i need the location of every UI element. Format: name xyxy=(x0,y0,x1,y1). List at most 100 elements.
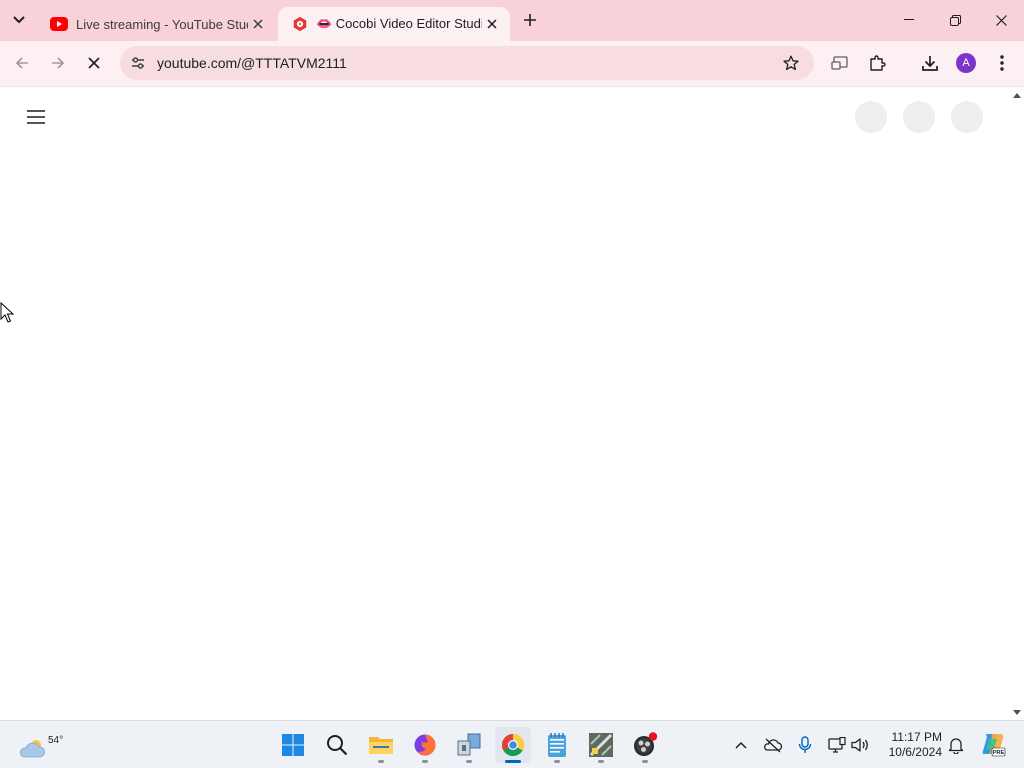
url-text[interactable]: youtube.com/@TTTATVM2111 xyxy=(157,55,347,71)
weather-widget[interactable]: 54° xyxy=(16,727,63,763)
profile-avatar[interactable]: A xyxy=(956,53,976,73)
back-button[interactable] xyxy=(8,49,36,77)
downloads-button[interactable] xyxy=(917,50,943,76)
browser-menu-button[interactable] xyxy=(989,50,1015,76)
loading-placeholder xyxy=(951,101,983,133)
cloud-icon xyxy=(19,740,45,758)
restore-button[interactable] xyxy=(932,4,978,36)
network-icon xyxy=(828,737,846,753)
svg-text:PRE: PRE xyxy=(993,750,1005,756)
arrow-right-icon xyxy=(52,57,65,69)
extensions-button[interactable] xyxy=(864,50,890,76)
running-indicator xyxy=(554,760,560,763)
running-indicator xyxy=(642,760,648,763)
cloud-off-icon xyxy=(764,738,783,753)
close-window-button[interactable] xyxy=(978,4,1024,36)
close-tab-button[interactable] xyxy=(482,14,502,34)
bell-icon xyxy=(948,738,964,754)
guide-menu-button[interactable] xyxy=(24,105,48,129)
notepad-icon xyxy=(548,733,566,757)
file-explorer-icon xyxy=(369,737,393,754)
plus-icon xyxy=(524,14,536,26)
forward-button[interactable] xyxy=(44,49,72,77)
running-indicator xyxy=(378,760,384,763)
chevron-down-icon xyxy=(13,16,25,24)
file-explorer-button[interactable] xyxy=(363,727,399,763)
app-icon xyxy=(457,733,481,756)
menu-icon xyxy=(27,110,45,124)
profile-initial: A xyxy=(962,57,970,69)
tune-icon xyxy=(132,57,144,69)
new-tab-button[interactable] xyxy=(518,8,542,32)
loading-placeholder xyxy=(855,101,887,133)
network-button[interactable] xyxy=(825,733,849,757)
search-icon xyxy=(327,735,348,756)
download-icon xyxy=(922,56,938,71)
cast-icon xyxy=(831,56,848,70)
app-icon xyxy=(589,733,613,757)
scroll-up-arrow[interactable] xyxy=(1013,93,1021,98)
taskbar-app-button[interactable] xyxy=(583,727,619,763)
taskbar-clock[interactable]: 11:17 PM 10/6/2024 xyxy=(880,730,942,760)
star-icon xyxy=(783,55,799,71)
tab-cocobi-video-editor[interactable]: 👄 Cocobi Video Editor Studio 🎬 xyxy=(278,7,510,41)
page-content xyxy=(0,86,1024,721)
minimize-button[interactable] xyxy=(886,4,932,36)
running-indicator xyxy=(422,760,428,763)
arrow-left-icon xyxy=(15,57,28,69)
weather-temperature: 54° xyxy=(48,735,64,746)
microphone-icon xyxy=(798,736,812,753)
copilot-button[interactable]: PRE xyxy=(979,730,1007,758)
chrome-button[interactable] xyxy=(495,727,531,763)
tab-live-streaming[interactable]: Live streaming - YouTube Studio xyxy=(36,7,276,41)
site-info-button[interactable] xyxy=(126,51,150,75)
bookmark-button[interactable] xyxy=(780,52,802,74)
running-indicator xyxy=(505,760,521,763)
puzzle-icon xyxy=(870,55,886,71)
taskbar-search-button[interactable] xyxy=(319,727,355,763)
mouse-cursor-icon xyxy=(0,302,14,323)
tab-title: 👄 Cocobi Video Editor Studio 🎬 xyxy=(316,16,482,31)
start-icon xyxy=(282,734,304,756)
volume-button[interactable] xyxy=(849,733,873,757)
loading-placeholder xyxy=(903,101,935,133)
running-indicator xyxy=(466,760,472,763)
notepad-button[interactable] xyxy=(539,727,575,763)
tab-bar: Live streaming - YouTube Studio 👄 Cocobi… xyxy=(0,0,1024,41)
browser-toolbar: youtube.com/@TTTATVM2111 A xyxy=(0,41,1024,86)
obs-button[interactable] xyxy=(627,727,663,763)
firefox-icon xyxy=(414,734,436,756)
clock-time: 11:17 PM xyxy=(891,730,942,744)
stop-loading-button[interactable] xyxy=(80,49,108,77)
page-scrollbar[interactable] xyxy=(1010,87,1024,721)
running-indicator xyxy=(598,760,604,763)
close-icon xyxy=(88,57,100,69)
chrome-icon xyxy=(502,734,524,756)
windows-taskbar: 54° 11:17 PM 10/6/2024 PRE xyxy=(0,720,1024,768)
copilot-icon: PRE xyxy=(982,734,1006,757)
tab-search-button[interactable] xyxy=(6,8,32,32)
minimize-icon xyxy=(904,19,914,20)
chevron-up-icon xyxy=(735,741,747,749)
youtube-icon xyxy=(50,17,68,31)
show-hidden-icons-button[interactable] xyxy=(729,733,753,757)
speaker-icon xyxy=(851,738,868,752)
close-icon xyxy=(253,19,263,29)
notifications-button[interactable] xyxy=(944,733,968,757)
start-button[interactable] xyxy=(275,727,311,763)
scroll-down-arrow[interactable] xyxy=(1013,710,1021,715)
firefox-button[interactable] xyxy=(407,727,443,763)
cast-button[interactable] xyxy=(827,50,853,76)
obs-icon xyxy=(634,732,658,756)
more-vert-icon xyxy=(1000,55,1004,71)
tab-title: Live streaming - YouTube Studio xyxy=(76,16,248,32)
microphone-button[interactable] xyxy=(793,733,817,757)
clock-date: 10/6/2024 xyxy=(888,745,942,759)
close-tab-button[interactable] xyxy=(248,14,268,34)
close-icon xyxy=(487,19,497,29)
onedrive-button[interactable] xyxy=(761,733,785,757)
taskbar-app-button[interactable] xyxy=(451,727,487,763)
address-bar[interactable]: youtube.com/@TTTATVM2111 xyxy=(120,46,814,80)
restore-icon xyxy=(949,14,961,26)
youtube-studio-icon xyxy=(293,16,307,32)
